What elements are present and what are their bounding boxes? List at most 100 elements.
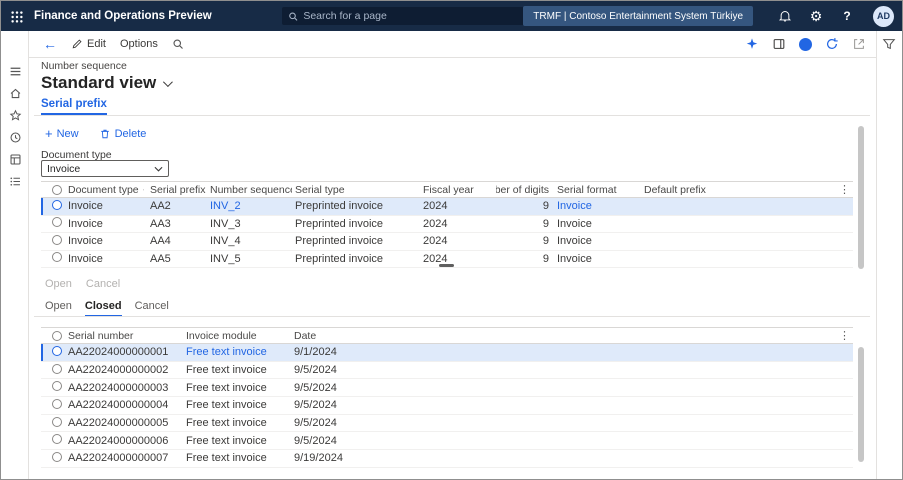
search-action-button[interactable] <box>172 38 184 50</box>
modules-icon <box>10 154 20 164</box>
open-in-new-window-icon[interactable] <box>852 37 866 51</box>
company-picker[interactable]: TRMF | Contoso Entertainment System Türk… <box>523 6 753 26</box>
grid-cell: 9 <box>542 217 549 230</box>
tab-open[interactable]: Open <box>45 300 72 317</box>
grid-cell: AA5 <box>150 252 171 265</box>
grid-cell: Free text invoice <box>186 399 267 412</box>
table-row[interactable]: AA22024000000005 Free text invoice 9/5/2… <box>41 415 853 433</box>
table-row[interactable]: AA22024000000001 Free text invoice 9/1/2… <box>41 344 853 362</box>
column-header[interactable]: Invoice module <box>183 330 291 342</box>
table-row[interactable]: AA22024000000007 Free text invoice 9/19/… <box>41 450 853 468</box>
row-selector-radio[interactable] <box>52 252 62 263</box>
notifications-button[interactable] <box>776 7 794 25</box>
grid-toolbar: + New Delete <box>45 127 146 140</box>
grid-cell: Invoice <box>557 217 592 230</box>
grid-cell: 9/1/2024 <box>294 346 337 359</box>
settings-button[interactable]: ⚙ <box>807 7 825 25</box>
top-app-bar: Finance and Operations Preview TRMF | Co… <box>1 1 902 31</box>
table-row[interactable]: AA22024000000006 Free text invoice 9/5/2… <box>41 432 853 451</box>
expand-menu-button[interactable] <box>6 62 24 80</box>
row-selector-radio[interactable] <box>52 234 62 245</box>
vertical-scrollbar[interactable] <box>858 347 864 462</box>
recent-nav-button[interactable] <box>6 128 24 146</box>
column-header[interactable]: Fiscal year <box>420 184 496 196</box>
tab-serial-prefix[interactable]: Serial prefix <box>41 98 107 115</box>
grid-cell: Free text invoice <box>186 434 267 447</box>
table-row[interactable]: Invoice AA3 INV_3 Preprinted invoice 202… <box>41 216 853 233</box>
row-selector-radio[interactable] <box>52 199 62 210</box>
row-selector-radio[interactable] <box>52 451 62 462</box>
grid-cell: Preprinted invoice <box>295 235 384 248</box>
row-selector-radio[interactable] <box>52 434 62 445</box>
table-row[interactable]: AA22024000000002 Free text invoice 9/5/2… <box>41 362 853 380</box>
side-panel-icon[interactable] <box>772 37 786 51</box>
copilot-icon[interactable] <box>799 37 812 51</box>
column-header[interactable]: Number sequence group <box>207 184 292 196</box>
search-input[interactable] <box>303 10 542 22</box>
column-header[interactable]: Serial format <box>554 184 641 196</box>
table-row[interactable]: Invoice AA2 INV_2 Preprinted invoice 202… <box>41 198 853 216</box>
row-selector-radio[interactable] <box>52 363 62 374</box>
grid-cell: AA3 <box>150 217 171 230</box>
global-search[interactable] <box>282 7 548 25</box>
open-button-disabled[interactable]: Open <box>45 278 72 290</box>
column-header[interactable]: Date <box>291 330 853 342</box>
grid-cell-link[interactable]: Free text invoice <box>183 346 291 358</box>
new-button[interactable]: + New <box>45 127 79 140</box>
cancel-button-disabled[interactable]: Cancel <box>86 278 120 290</box>
grid-splitter-handle[interactable] <box>439 264 454 267</box>
tab-closed[interactable]: Closed <box>84 300 122 317</box>
column-header[interactable]: Serial number <box>65 330 183 342</box>
select-all-radio[interactable] <box>41 184 65 195</box>
back-button[interactable]: ← <box>43 37 57 51</box>
table-row[interactable]: Invoice AA4 INV_4 Preprinted invoice 202… <box>41 233 853 251</box>
home-nav-button[interactable] <box>6 84 24 102</box>
edit-button[interactable]: Edit <box>71 38 106 50</box>
table-row[interactable]: AA22024000000004 Free text invoice 9/5/2… <box>41 397 853 415</box>
column-header-label: Document type <box>68 183 139 196</box>
row-selector-radio[interactable] <box>52 416 62 427</box>
sparkle-icon[interactable] <box>745 37 759 51</box>
grid-cell: Preprinted invoice <box>295 252 384 265</box>
page-title[interactable]: Standard view <box>41 73 174 93</box>
row-selector-radio[interactable] <box>52 381 62 392</box>
help-button[interactable]: ? <box>838 7 856 25</box>
row-selector-radio[interactable] <box>52 398 62 409</box>
account-avatar[interactable]: AD <box>873 5 894 27</box>
grid-cell: 9 <box>542 235 549 248</box>
options-button[interactable]: Options <box>120 38 158 50</box>
table-row[interactable]: AA22024000000003 Free text invoice 9/5/2… <box>41 379 853 398</box>
radio-icon <box>52 330 62 341</box>
favorites-nav-button[interactable] <box>6 106 24 124</box>
grid-cell-link[interactable]: Invoice <box>554 200 641 212</box>
refresh-icon[interactable] <box>825 37 839 51</box>
filter-pane-button[interactable] <box>882 37 898 53</box>
grid-options-button[interactable]: ⋮ <box>839 329 850 342</box>
grid-cell-link[interactable]: INV_2 <box>207 200 292 212</box>
workspaces-nav-button[interactable] <box>6 172 24 190</box>
app-window: Finance and Operations Preview TRMF | Co… <box>0 0 903 480</box>
row-select-cell <box>41 345 65 359</box>
row-select-cell <box>41 217 65 230</box>
column-header[interactable]: Serial prefix <box>147 184 207 196</box>
grid-cell: AA22024000000005 <box>68 417 169 430</box>
document-type-combobox[interactable]: Invoice <box>41 160 169 177</box>
column-header[interactable]: Serial type <box>292 184 420 196</box>
row-selector-radio[interactable] <box>52 217 62 228</box>
row-selector-radio[interactable] <box>52 345 62 356</box>
column-header[interactable]: Number of digits <box>496 184 554 196</box>
vertical-scrollbar[interactable] <box>858 126 864 269</box>
grid-header-row: Serial number Invoice module Date ⋮ <box>41 327 853 344</box>
list-icon <box>9 176 20 186</box>
app-launcher-icon[interactable] <box>8 8 25 25</box>
delete-button[interactable]: Delete <box>99 128 146 140</box>
column-header[interactable]: Document type <box>65 184 147 196</box>
modules-nav-button[interactable] <box>6 150 24 168</box>
grid-options-button[interactable]: ⋮ <box>839 183 850 196</box>
select-all-radio[interactable] <box>41 330 65 341</box>
action-pane: ← Edit Options <box>29 31 876 58</box>
tab-cancel[interactable]: Cancel <box>135 300 169 317</box>
column-header[interactable]: Default prefix <box>641 184 853 196</box>
page-title-text: Standard view <box>41 73 157 92</box>
grid-cell: Free text invoice <box>186 364 267 377</box>
